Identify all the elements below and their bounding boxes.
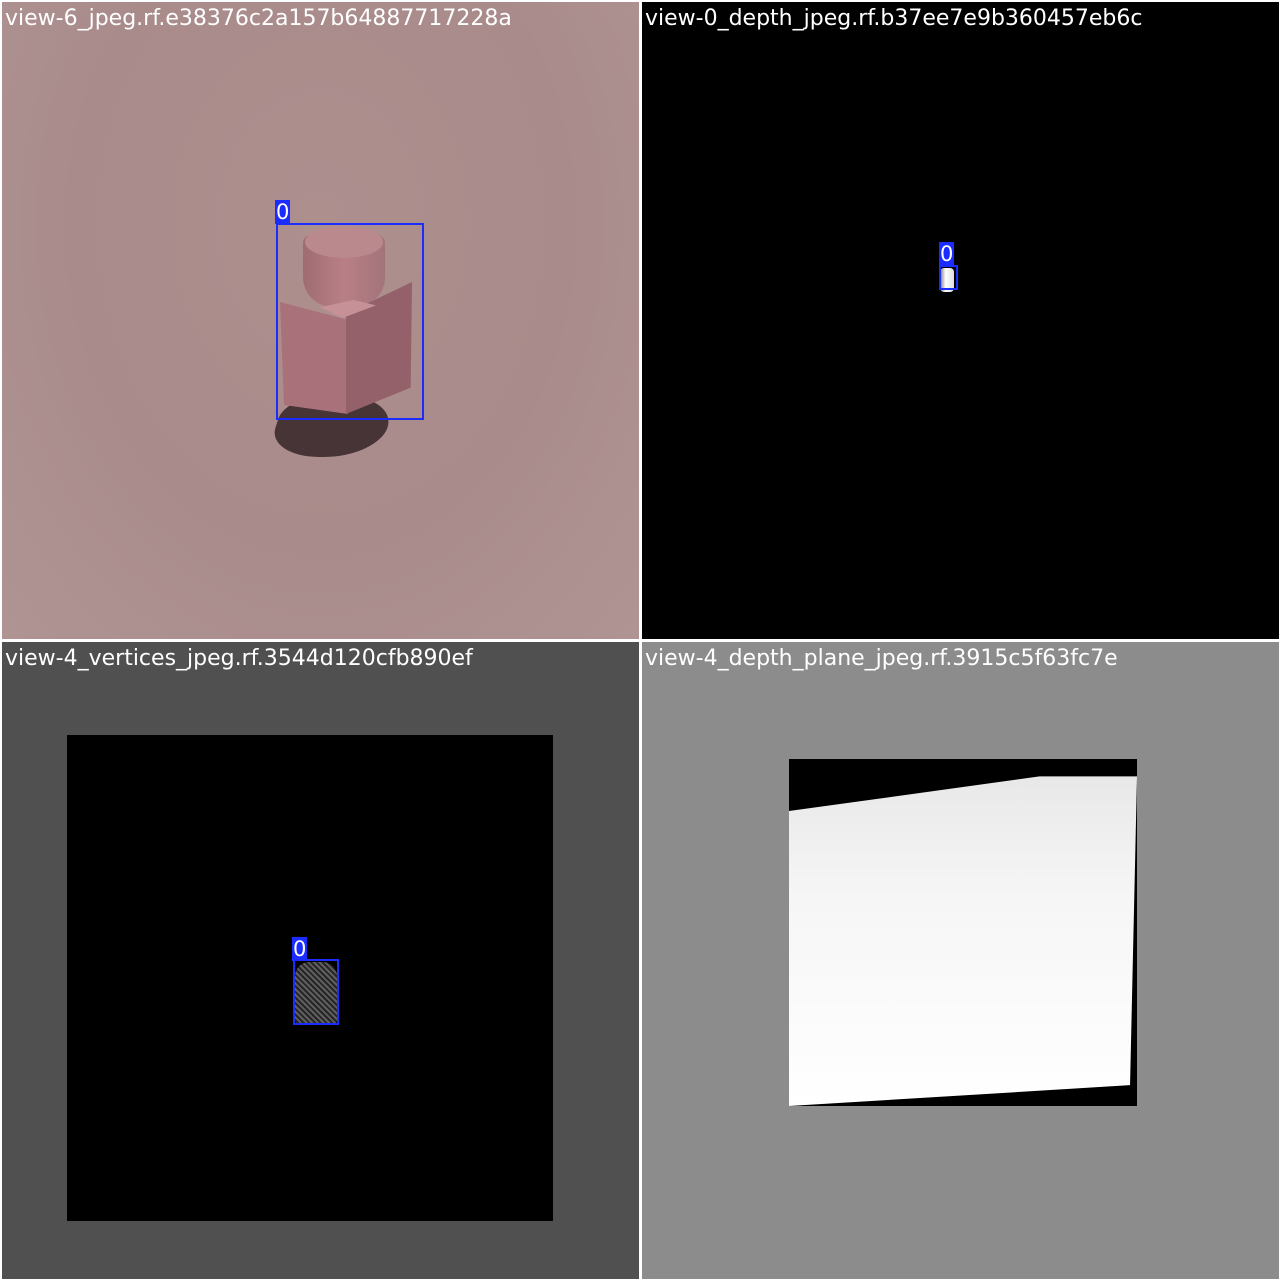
image-tile-view-0-depth: view-0_depth_jpeg.rf.b37ee7e9b360457eb6c	[642, 2, 1279, 639]
bounding-box-label: 0	[939, 242, 955, 266]
bounding-box	[276, 223, 424, 420]
bounding-box-label: 0	[275, 200, 291, 224]
bounding-box	[293, 959, 339, 1025]
bounding-box-label: 0	[292, 937, 308, 961]
tile-title: view-4_vertices_jpeg.rf.3544d120cfb890ef	[5, 646, 473, 671]
tile-title: view-6_jpeg.rf.e38376c2a157b64887717228a	[5, 6, 512, 31]
depth-plane	[789, 776, 1137, 1106]
bounding-box	[939, 265, 958, 290]
tile-title: view-4_depth_plane_jpeg.rf.3915c5f63fc7e	[645, 646, 1118, 671]
tile-title: view-0_depth_jpeg.rf.b37ee7e9b360457eb6c	[645, 6, 1143, 31]
